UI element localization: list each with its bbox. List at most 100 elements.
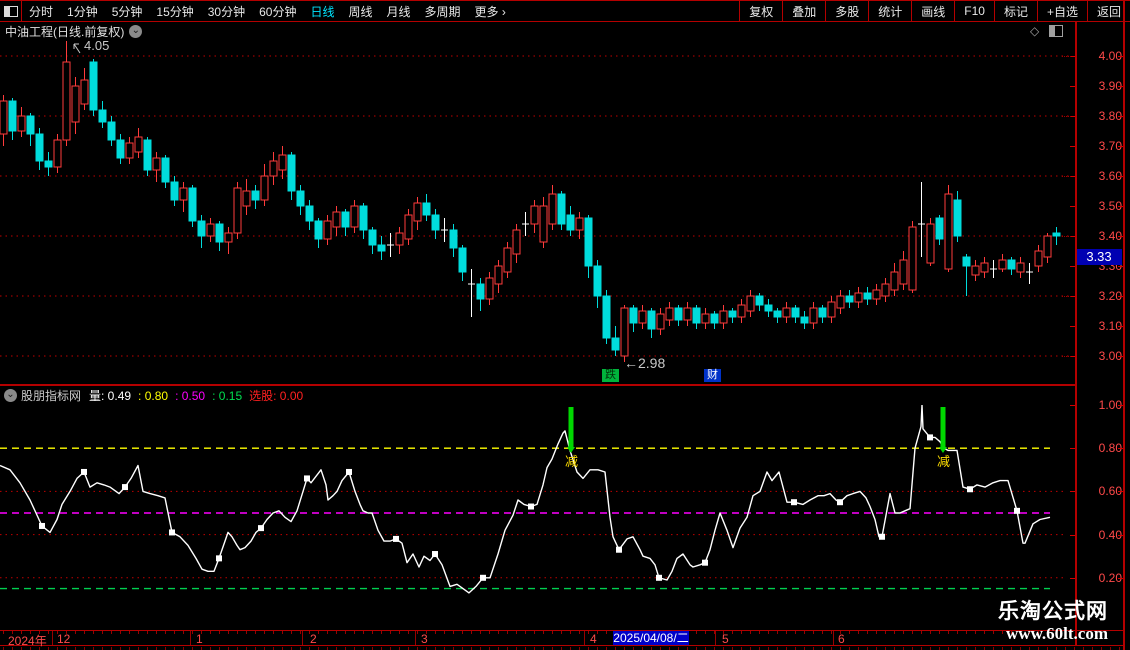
indicator-chart[interactable]: 减减 (0, 405, 1075, 631)
date-minor-tick (282, 631, 283, 634)
month-divider (833, 631, 834, 645)
date-minor-tick (489, 631, 490, 634)
menu-item-11[interactable]: 更多 › (468, 3, 513, 20)
candle-body (620, 307, 629, 357)
menu-item-9[interactable]: 月线 (380, 3, 418, 20)
candle (188, 185, 197, 227)
candle-body (44, 160, 53, 168)
indicator-marker (432, 551, 438, 558)
tool-menu-item-2[interactable]: 叠加 (782, 1, 825, 21)
chevron-down-icon[interactable]: ⌄ (4, 389, 17, 402)
sell-signal-label: 减 (937, 454, 950, 469)
candle-body (755, 295, 764, 306)
date-minor-tick (102, 631, 103, 634)
bottom-scroll-strip[interactable] (0, 646, 1123, 650)
date-minor-tick (786, 631, 787, 634)
date-axis[interactable]: 2024年 12 1 2 3 4 5 6 2025/04/08/二 (0, 630, 1123, 648)
candle-body (134, 136, 143, 153)
date-minor-tick (930, 631, 931, 634)
indicator-axis-label: 0.20 (1098, 570, 1122, 585)
candle (854, 287, 863, 308)
indicator-marker (304, 475, 310, 482)
chart-badge-1[interactable]: 跌 (602, 369, 619, 382)
date-minor-tick (894, 631, 895, 634)
tool-menu-item-4[interactable]: 统计 (868, 1, 911, 21)
watermark-site-name: 乐淘公式网 (998, 600, 1108, 623)
menu-item-10[interactable]: 多周期 (418, 3, 468, 20)
candle (62, 41, 71, 146)
tool-menu-item-1[interactable]: 复权 (739, 1, 782, 21)
menu-item-7[interactable]: 日线 (303, 3, 341, 20)
date-minor-tick (876, 631, 877, 634)
candle-body (800, 316, 809, 324)
date-minor-tick (120, 631, 121, 634)
candle-body (719, 310, 728, 324)
date-minor-tick (372, 631, 373, 634)
candle (584, 215, 593, 278)
tool-menu-item-7[interactable]: 标记 (993, 1, 1037, 21)
candle (278, 146, 287, 179)
right-frame-line[interactable] (1123, 0, 1125, 650)
candle (557, 191, 566, 230)
menu-item-2[interactable]: 1分钟 (60, 3, 105, 20)
candle (971, 260, 980, 281)
menu-item-8[interactable]: 周线 (341, 3, 379, 20)
candle (287, 152, 296, 200)
candle (1043, 233, 1052, 263)
date-label: 5 (722, 632, 729, 646)
candle-body (809, 307, 818, 324)
date-minor-tick (957, 631, 958, 634)
tool-menu-item-8[interactable]: +自选 (1036, 1, 1087, 21)
candle-body (503, 247, 512, 273)
candle (107, 116, 116, 146)
menu-item-3[interactable]: 5分钟 (105, 3, 150, 20)
chart-badge-2[interactable]: 财 (704, 369, 721, 382)
candle (845, 290, 854, 308)
tool-menu-item-5[interactable]: 画线 (911, 1, 954, 21)
period-menu: 分时 1分钟 5分钟 15分钟 30分钟 60分钟 日线 周线 月线 多周期 更多 › (22, 3, 513, 20)
menu-item-6[interactable]: 60分钟 (252, 3, 303, 20)
candle (494, 260, 503, 293)
window-split-icon[interactable] (1049, 25, 1064, 37)
date-minor-tick (849, 631, 850, 634)
candlestick-chart[interactable] (0, 40, 1075, 385)
menu-item-5[interactable]: 30分钟 (201, 3, 252, 20)
date-minor-tick (534, 631, 535, 634)
candle (441, 218, 448, 242)
candle-body (944, 193, 953, 270)
indicator-marker (702, 559, 708, 566)
date-label: 2 (310, 632, 317, 646)
candle (773, 308, 782, 323)
candle-body (647, 310, 656, 330)
candle (251, 185, 260, 209)
date-minor-tick (48, 631, 49, 634)
indicator-marker (1014, 507, 1020, 514)
layout-toggle-button[interactable] (0, 1, 22, 21)
candle-body (1016, 262, 1025, 273)
date-minor-tick (75, 631, 76, 634)
candle (197, 215, 206, 248)
candle (305, 200, 314, 230)
menu-item-1[interactable]: 分时 (22, 3, 60, 20)
menu-item-4[interactable]: 15分钟 (149, 3, 200, 20)
diamond-icon[interactable]: ◇ (1030, 24, 1039, 38)
selected-date-highlight[interactable]: 2025/04/08/二 (613, 631, 689, 645)
candle (998, 254, 1007, 272)
tool-menu-item-6[interactable]: F10 (954, 1, 994, 21)
chevron-down-icon[interactable]: ⌄ (129, 24, 143, 38)
candle-body (107, 121, 116, 141)
candle-body (0, 100, 8, 135)
candle (908, 221, 917, 293)
candle (26, 113, 35, 146)
candle-body (494, 265, 503, 285)
date-minor-tick (570, 631, 571, 634)
candle-body (188, 187, 197, 222)
candle (953, 191, 962, 242)
candle (71, 77, 80, 134)
tool-menu-item-3[interactable]: 多股 (825, 1, 868, 21)
candle-body (566, 214, 575, 231)
candle-body (125, 142, 134, 159)
date-minor-tick (399, 631, 400, 634)
candle (764, 299, 773, 317)
candle (863, 287, 872, 305)
